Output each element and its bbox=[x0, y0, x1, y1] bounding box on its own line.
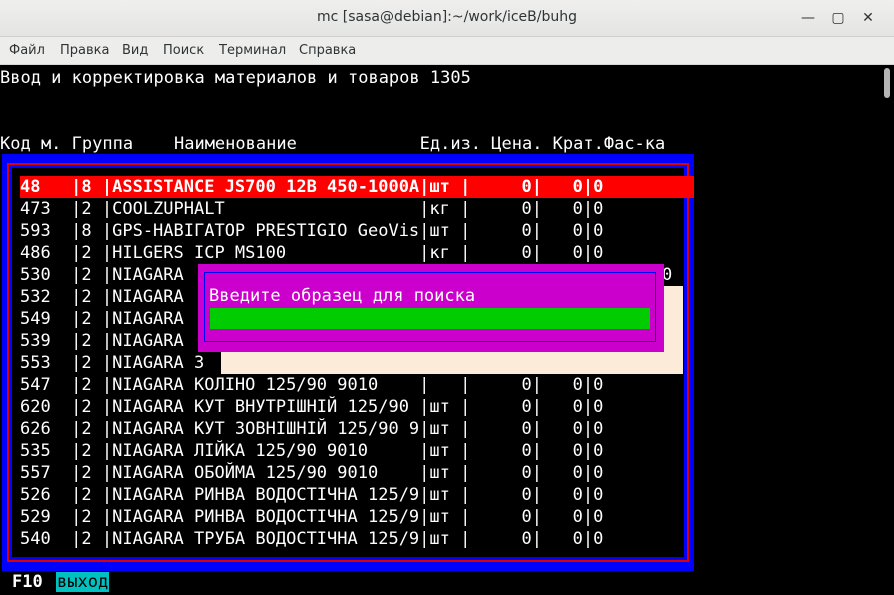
f10-key[interactable]: F10 bbox=[12, 572, 43, 592]
table-row[interactable]: 540 |2 |NIAGARA ТРУБА ВОДОСТIЧНА 125/9|ш… bbox=[20, 528, 603, 550]
table-row[interactable]: 593 |8 |GPS-НАВIГАТОР PRESTIGIO GeoVis|ш… bbox=[20, 220, 603, 242]
table-row[interactable]: 626 |2 |NIAGARA КУТ ЗОВНIШНIЙ 125/90 9|ш… bbox=[20, 418, 603, 440]
search-dialog: Введите образец для поиска bbox=[198, 264, 664, 352]
menu-edit[interactable]: Правка bbox=[60, 43, 109, 58]
table-row[interactable]: 486 |2 |HILGERS ICP MS100 |кг | 0| 0|0 bbox=[20, 242, 603, 264]
menu-search[interactable]: Поиск bbox=[163, 43, 204, 58]
menu-help[interactable]: Справка bbox=[299, 43, 356, 58]
menu-file[interactable]: Файл bbox=[9, 43, 45, 58]
table-row[interactable]: 549 |2 |NIAGARA bbox=[20, 308, 184, 330]
table-row[interactable]: 539 |2 |NIAGARA bbox=[20, 330, 184, 352]
table-row[interactable]: 473 |2 |COOLZUPHALT |кг | 0| 0|0 bbox=[20, 198, 603, 220]
search-input[interactable] bbox=[210, 308, 650, 329]
menu-terminal[interactable]: Терминал bbox=[219, 43, 286, 58]
table-row[interactable]: 535 |2 |NIAGARA ЛIЙКА 125/90 9010 |шт | … bbox=[20, 440, 603, 462]
table-row[interactable]: 530 |2 |NIAGARA bbox=[20, 264, 184, 286]
window-titlebar: mc [sasa@debian]:~/work/iceB/buhg — ▢ ✕ bbox=[0, 0, 894, 37]
dialog-border bbox=[204, 272, 656, 342]
close-icon[interactable]: ✕ bbox=[858, 8, 878, 28]
menu-bar: Файл Правка Вид Поиск Терминал Справка bbox=[0, 37, 894, 65]
table-row[interactable]: 557 |2 |NIAGARA ОБОЙМА 125/90 9010 |шт |… bbox=[20, 462, 603, 484]
exit-label[interactable]: выход bbox=[56, 572, 110, 592]
menu-view[interactable]: Вид bbox=[122, 43, 148, 58]
search-prompt: Введите образец для поиска bbox=[209, 286, 476, 306]
column-headers: Код м. Группа Наименование Ед.из. Цена. … bbox=[0, 134, 666, 154]
page-title: Ввод и корректировка материалов и товаро… bbox=[0, 68, 471, 88]
table-row[interactable]: 547 |2 |NIAGARA КОЛIНО 125/90 9010 | | 0… bbox=[20, 374, 603, 396]
table-row[interactable]: 529 |2 |NIAGARA РИНВА ВОДОСТIЧНА 125/9|ш… bbox=[20, 506, 603, 528]
minimize-icon[interactable]: — bbox=[798, 8, 818, 28]
table-row[interactable]: 620 |2 |NIAGARA КУТ ВНУТРIШНIЙ 125/90 |ш… bbox=[20, 396, 603, 418]
maximize-icon[interactable]: ▢ bbox=[828, 8, 848, 28]
table-row-selected[interactable]: 48 |8 |ASSISTANCE JS700 12B 450-1000A|шт… bbox=[20, 176, 694, 198]
table-row[interactable]: 532 |2 |NIAGARA bbox=[20, 286, 184, 308]
table-row[interactable]: 526 |2 |NIAGARA РИНВА ВОДОСТIЧНА 125/9|ш… bbox=[20, 484, 603, 506]
table-row[interactable]: 553 |2 |NIAGARA З bbox=[20, 352, 204, 374]
scrollbar-thumb[interactable] bbox=[884, 68, 890, 98]
window-title: mc [sasa@debian]:~/work/iceB/buhg bbox=[317, 9, 577, 25]
scrollbar[interactable] bbox=[880, 65, 894, 595]
